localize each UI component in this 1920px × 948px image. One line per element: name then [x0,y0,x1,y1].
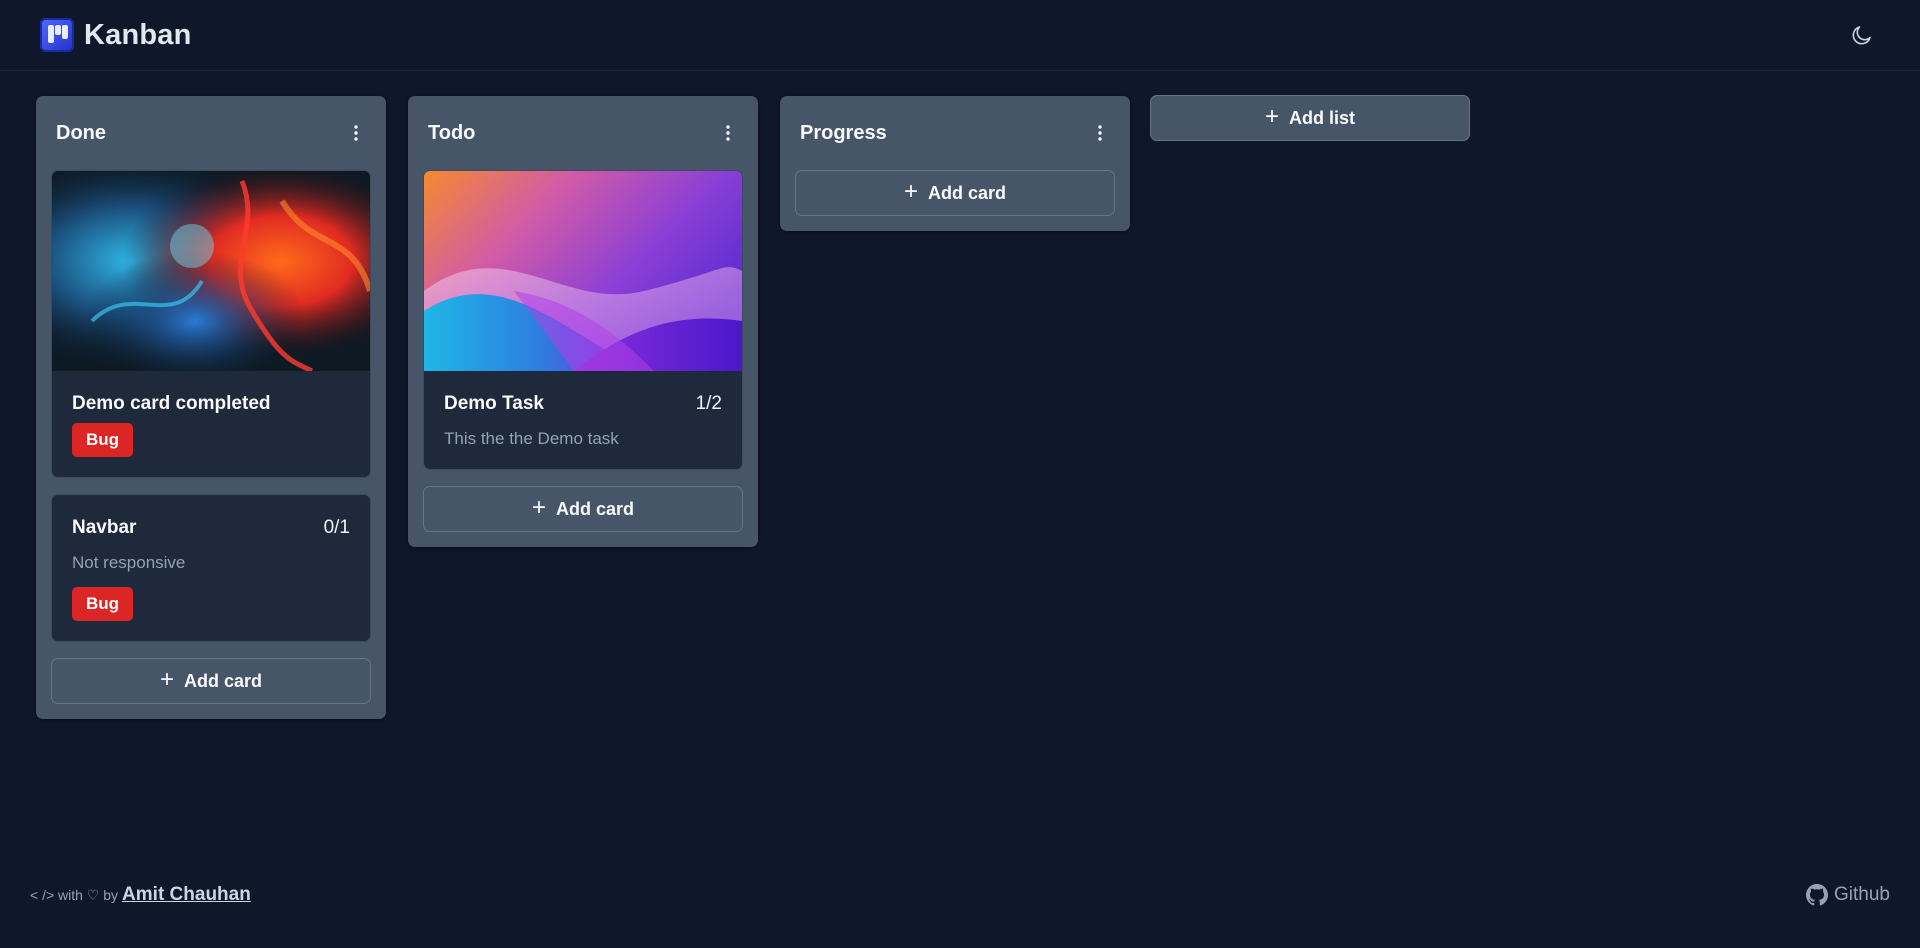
moon-icon [1852,26,1871,45]
list-todo: Todo Demo Task 1/2 This the the Demo tas… [408,96,758,547]
plus-icon: + [531,494,546,521]
add-card-button[interactable]: + Add card [795,170,1115,216]
card-cover-image [52,171,370,371]
footer: < /> with ♡ by Amit Chauhan Github [0,870,1920,920]
theme-toggle-button[interactable] [1844,17,1880,53]
list-done: Done Demo card completed Bug Navbar 0/1 … [36,96,386,719]
card-title: Navbar [72,517,137,538]
task-count: 1/2 [695,393,722,414]
credit: < /> with ♡ by Amit Chauhan [30,884,251,906]
author-link[interactable]: Amit Chauhan [122,884,251,906]
card-title: Demo Task [444,393,544,414]
card-description: This the the Demo task [444,429,619,448]
add-card-button[interactable]: + Add card [423,486,743,532]
plus-icon: + [159,666,174,693]
card-demo-task[interactable]: Demo Task 1/2 This the the Demo task [423,170,743,470]
card-cover-image [424,171,742,371]
list-header: Done [36,96,386,170]
brand[interactable]: Kanban [40,18,192,52]
card-title: Demo card completed [72,393,271,414]
credit-prefix: < /> with ♡ by [30,886,119,903]
card-description: Not responsive [72,553,186,572]
github-label: Github [1834,884,1890,905]
list-menu-button[interactable] [1088,121,1112,145]
kanban-logo-icon [40,18,74,52]
card-body: Demo card completed Bug [52,371,370,477]
add-list-button[interactable]: + Add list [1150,95,1470,141]
more-vertical-icon [354,125,358,141]
card-body: Demo Task 1/2 This the the Demo task [424,371,742,469]
list-header: Progress [780,96,1130,170]
github-icon [1806,884,1829,906]
tag-bug: Bug [72,587,134,621]
card-navbar[interactable]: Navbar 0/1 Not responsive Bug [51,494,371,642]
list-title: Progress [800,121,887,144]
more-vertical-icon [1098,125,1102,141]
list-progress: Progress + Add card [780,96,1130,231]
add-list-label: Add list [1289,107,1355,128]
add-card-label: Add card [928,182,1007,203]
add-card-button[interactable]: + Add card [51,658,371,704]
tag-bug: Bug [72,423,134,457]
card-demo-completed[interactable]: Demo card completed Bug [51,170,371,478]
list-title: Todo [428,121,476,144]
app-title: Kanban [84,18,192,51]
plus-icon: + [903,178,918,205]
plus-icon: + [1264,103,1279,130]
list-menu-button[interactable] [716,121,740,145]
add-card-label: Add card [556,498,635,519]
list-menu-button[interactable] [344,121,368,145]
task-count: 0/1 [323,517,350,538]
list-header: Todo [408,96,758,170]
card-body: Navbar 0/1 Not responsive Bug [52,495,370,641]
more-vertical-icon [726,125,730,141]
add-card-label: Add card [184,670,263,691]
list-title: Done [56,121,106,144]
github-link[interactable]: Github [1806,884,1890,906]
navbar: Kanban [0,0,1920,71]
